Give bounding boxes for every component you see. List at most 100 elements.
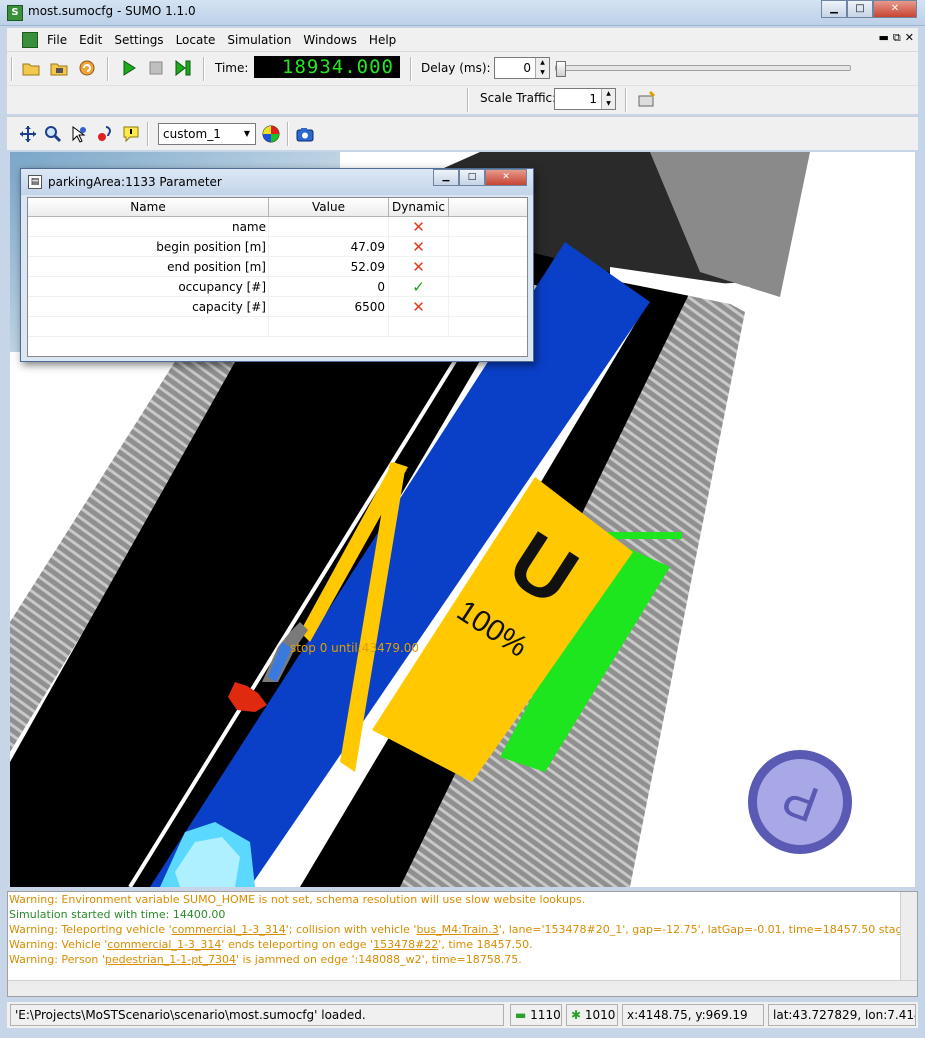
scale-traffic-spinner[interactable]: 1 ▲ ▼ bbox=[554, 88, 616, 110]
screenshot-camera-icon[interactable] bbox=[293, 122, 317, 146]
recenter-view-icon[interactable] bbox=[16, 122, 40, 146]
scale-toolbar: Scale Traffic: 1 ▲ ▼ bbox=[7, 86, 918, 114]
vehicle-link[interactable]: bus_M4:Train.3 bbox=[416, 923, 498, 936]
param-value: 0 bbox=[269, 277, 389, 296]
tooltip-toggle-icon[interactable] bbox=[119, 122, 143, 146]
mdi-minimize-button[interactable]: ▬ bbox=[879, 31, 889, 45]
stop-label: stop 0 until:43479.00 bbox=[290, 641, 419, 655]
table-row[interactable]: occupancy [#] 0 ✓ bbox=[28, 277, 527, 297]
dialog-minimize-button[interactable]: ▁ bbox=[433, 169, 459, 186]
table-row[interactable]: end position [m] 52.09 ✕ bbox=[28, 257, 527, 277]
locate-junction-icon[interactable] bbox=[93, 122, 117, 146]
not-dynamic-icon: ✕ bbox=[389, 257, 449, 276]
person-icon: ✱ bbox=[571, 1008, 582, 1022]
color-scheme-select[interactable]: custom_1 ▼ bbox=[158, 123, 256, 145]
param-name: begin position [m] bbox=[28, 237, 269, 256]
log-horizontal-scrollbar[interactable] bbox=[8, 980, 917, 996]
status-message: 'E:\Projects\MoSTScenario\scenario\most.… bbox=[10, 1004, 504, 1026]
run-icon[interactable] bbox=[117, 56, 141, 80]
minimize-button[interactable]: ▁ bbox=[821, 0, 847, 18]
table-row[interactable]: begin position [m] 47.09 ✕ bbox=[28, 237, 527, 257]
mdi-app-icon[interactable] bbox=[22, 32, 38, 48]
mdi-close-button[interactable]: ✕ bbox=[905, 31, 914, 45]
menu-bar: File Edit Settings Locate Simulation Win… bbox=[7, 28, 918, 52]
time-display: 18934.000 bbox=[254, 56, 400, 78]
param-value: 52.09 bbox=[269, 257, 389, 276]
open-network-icon[interactable] bbox=[47, 56, 71, 80]
close-button[interactable]: ✕ bbox=[873, 0, 917, 18]
zoom-icon[interactable] bbox=[41, 122, 65, 146]
table-row[interactable]: capacity [#] 6500 ✕ bbox=[28, 297, 527, 317]
menu-help[interactable]: Help bbox=[369, 33, 396, 47]
maximize-button[interactable]: □ bbox=[847, 0, 873, 18]
delay-slider[interactable] bbox=[555, 65, 851, 71]
spin-arrows-icon[interactable]: ▲ ▼ bbox=[601, 89, 615, 109]
menu-file[interactable]: File bbox=[47, 33, 67, 47]
title-bar: S most.sumocfg - SUMO 1.1.0 ▁ □ ✕ bbox=[0, 0, 925, 26]
column-header-value[interactable]: Value bbox=[269, 198, 389, 216]
chevron-down-icon[interactable]: ▼ bbox=[239, 124, 255, 144]
toolbar-separator bbox=[147, 122, 149, 146]
menu-locate[interactable]: Locate bbox=[176, 33, 216, 47]
delay-label: Delay (ms): bbox=[421, 61, 491, 75]
message-log[interactable]: Warning: Environment variable SUMO_HOME … bbox=[7, 891, 918, 997]
time-label: Time: bbox=[215, 61, 249, 75]
vehicle-link[interactable]: commercial_1-3_314 bbox=[107, 938, 221, 951]
view-toolbar: custom_1 ▼ bbox=[7, 116, 918, 150]
toolbar-separator bbox=[625, 88, 627, 112]
toolbar-separator bbox=[107, 57, 109, 81]
log-line: Warning: Person 'pedestrian_1-1-pt_7304'… bbox=[9, 953, 522, 966]
scale-traffic-label: Scale Traffic: bbox=[480, 91, 557, 105]
open-folder-icon[interactable] bbox=[19, 56, 43, 80]
scale-traffic-value: 1 bbox=[589, 92, 597, 106]
log-vertical-scrollbar[interactable] bbox=[900, 892, 917, 980]
color-wheel-icon[interactable] bbox=[259, 122, 283, 146]
toolbar-separator bbox=[467, 88, 469, 112]
toolbar-separator bbox=[287, 122, 289, 146]
mdi-restore-button[interactable]: ⧉ bbox=[893, 31, 901, 45]
table-row[interactable]: name ✕ bbox=[28, 217, 527, 237]
delay-value: 0 bbox=[523, 61, 531, 75]
reload-icon[interactable] bbox=[75, 56, 99, 80]
person-link[interactable]: pedestrian_1-1-pt_7304 bbox=[105, 953, 236, 966]
param-name: name bbox=[28, 217, 269, 236]
param-value bbox=[269, 217, 389, 236]
not-dynamic-icon: ✕ bbox=[389, 237, 449, 256]
param-value: 47.09 bbox=[269, 237, 389, 256]
param-name: occupancy [#] bbox=[28, 277, 269, 296]
toolbar-separator bbox=[410, 57, 412, 81]
dialog-title-bar[interactable]: ▤ parkingArea:1133 Parameter ▁ □ ✕ bbox=[21, 169, 533, 195]
toolbar-separator bbox=[11, 57, 13, 81]
vehicle-link[interactable]: commercial_1-3_314 bbox=[172, 923, 286, 936]
stop-icon[interactable] bbox=[144, 56, 168, 80]
dynamic-check-icon[interactable]: ✓ bbox=[389, 277, 449, 296]
edit-traffic-icon[interactable] bbox=[635, 87, 659, 111]
color-scheme-value: custom_1 bbox=[163, 127, 221, 141]
menu-simulation[interactable]: Simulation bbox=[227, 33, 291, 47]
step-icon[interactable] bbox=[171, 56, 195, 80]
menu-settings[interactable]: Settings bbox=[114, 33, 163, 47]
log-line: Warning: Environment variable SUMO_HOME … bbox=[9, 893, 586, 906]
dialog-close-button[interactable]: ✕ bbox=[485, 169, 527, 186]
locate-icon[interactable] bbox=[67, 122, 91, 146]
param-name: end position [m] bbox=[28, 257, 269, 276]
toolbar-separator bbox=[203, 57, 205, 81]
log-line: Simulation started with time: 14400.00 bbox=[9, 908, 226, 921]
dialog-maximize-button[interactable]: □ bbox=[459, 169, 485, 186]
cursor-geo: lat:43.727829, lon:7.414346 bbox=[768, 1004, 916, 1026]
column-header-name[interactable]: Name bbox=[28, 198, 269, 216]
not-dynamic-icon: ✕ bbox=[389, 297, 449, 316]
menu-edit[interactable]: Edit bbox=[79, 33, 102, 47]
dialog-title: parkingArea:1133 Parameter bbox=[48, 175, 222, 189]
edge-link[interactable]: 153478#22 bbox=[373, 938, 438, 951]
spin-arrows-icon[interactable]: ▲ ▼ bbox=[535, 58, 549, 78]
column-header-dynamic[interactable]: Dynamic bbox=[389, 198, 449, 216]
param-value: 6500 bbox=[269, 297, 389, 316]
car-icon: ▬ bbox=[515, 1008, 527, 1022]
vehicle-count[interactable]: ▬ 1110 bbox=[510, 1004, 562, 1026]
menu-windows[interactable]: Windows bbox=[303, 33, 357, 47]
not-dynamic-icon: ✕ bbox=[389, 217, 449, 236]
delay-spinner[interactable]: 0 ▲ ▼ bbox=[494, 57, 550, 79]
delay-slider-thumb[interactable] bbox=[556, 61, 566, 77]
person-count[interactable]: ✱ 1010 bbox=[566, 1004, 618, 1026]
